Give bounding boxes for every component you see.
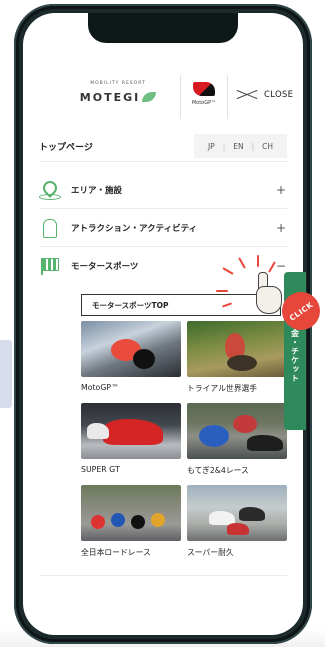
- top-page-link[interactable]: トップページ: [39, 140, 194, 153]
- super-taikyu-photo: [187, 485, 287, 541]
- motorsports-top-label: モータースポーツTOP: [92, 300, 169, 310]
- map-pin-icon: [39, 177, 61, 200]
- tile-all-japan-road-race[interactable]: 全日本ロードレース: [81, 485, 181, 558]
- motogp-photo: [81, 321, 181, 377]
- close-icon: [236, 87, 258, 103]
- nav-item-label: アトラクション・アクティビティ: [71, 223, 198, 234]
- motegi-2and4-photo: [187, 403, 287, 459]
- expand-icon[interactable]: +: [275, 221, 287, 235]
- tile-label: MotoGP™: [81, 383, 119, 392]
- language-en[interactable]: EN: [225, 142, 251, 151]
- tile-label: 全日本ロードレース: [81, 548, 151, 557]
- motogp-logo-text: MotoGP™: [191, 100, 217, 106]
- nav-item-attractions[interactable]: アトラクション・アクティビティ +: [39, 209, 287, 247]
- tile-label: SUPER GT: [81, 465, 120, 474]
- motegi-logo[interactable]: MOBILITY RESORT MOTEGI: [73, 81, 163, 105]
- phone-notch: [88, 13, 238, 43]
- phone-screen: MOBILITY RESORT MOTEGI MotoGP™ CLOSE トップ…: [23, 13, 303, 635]
- tile-label: もてぎ2&4レース: [187, 466, 249, 475]
- expand-icon[interactable]: +: [275, 183, 287, 197]
- language-ch[interactable]: CH: [254, 142, 281, 151]
- language-switcher: JP | EN | CH: [193, 134, 287, 158]
- top-page-row: トップページ JP | EN | CH: [39, 131, 287, 162]
- tile-super-taikyu[interactable]: スーパー耐久: [187, 485, 287, 558]
- menu-header: MOBILITY RESORT MOTEGI MotoGP™ CLOSE: [23, 75, 303, 119]
- close-button[interactable]: CLOSE: [236, 87, 293, 103]
- trial-photo: [187, 321, 287, 377]
- menu-divider: [39, 575, 287, 576]
- language-jp[interactable]: JP: [200, 142, 223, 151]
- click-spark: [257, 255, 259, 267]
- collapse-icon[interactable]: −: [275, 259, 287, 273]
- tile-label: トライアル世界選手: [187, 384, 258, 393]
- click-spark: [216, 290, 228, 292]
- road-race-photo: [81, 485, 181, 541]
- motegi-logo-text: MOTEGI: [79, 91, 141, 104]
- nav-item-label: エリア・施設: [71, 185, 123, 196]
- click-label: CLICK: [287, 299, 315, 323]
- tile-super-gt[interactable]: SUPER GT: [81, 403, 181, 474]
- super-gt-photo: [81, 403, 181, 459]
- background-side-tab: [0, 340, 12, 408]
- pointing-hand-icon: [250, 272, 284, 316]
- tile-motogp[interactable]: MotoGP™: [81, 321, 181, 392]
- motegi-logo-subtitle: MOBILITY RESORT: [90, 81, 146, 86]
- tile-motegi-2and4[interactable]: もてぎ2&4レース: [187, 403, 287, 476]
- checkered-flag-icon: [39, 256, 61, 276]
- close-label: CLOSE: [264, 90, 294, 100]
- tile-label: スーパー耐久: [187, 548, 234, 557]
- leaf-icon: [142, 91, 157, 102]
- tile-trial[interactable]: トライアル世界選手: [187, 321, 287, 394]
- motogp-mark-icon: [193, 82, 215, 96]
- tree-icon: [39, 218, 61, 238]
- nav-item-area[interactable]: エリア・施設 +: [39, 171, 287, 209]
- phone-frame: MOBILITY RESORT MOTEGI MotoGP™ CLOSE トップ…: [14, 4, 312, 644]
- motogp-logo[interactable]: MotoGP™: [180, 75, 228, 119]
